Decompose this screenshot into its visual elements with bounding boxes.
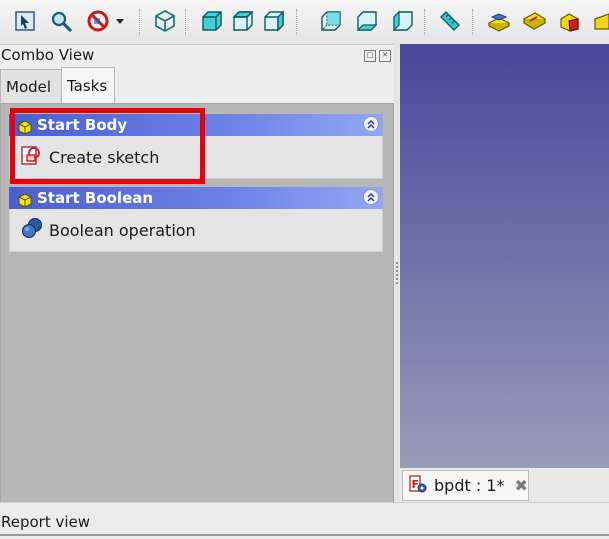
close-tab-icon[interactable]: ✖ xyxy=(514,476,527,495)
bottom-view-icon[interactable] xyxy=(353,7,381,35)
right-view-icon[interactable] xyxy=(260,7,288,35)
draw-style-icon[interactable] xyxy=(84,7,112,35)
zoom-icon[interactable] xyxy=(47,7,75,35)
toolbar-separator xyxy=(424,9,427,35)
isometric-view-icon[interactable] xyxy=(151,7,179,35)
report-view-title: Report view xyxy=(1,513,91,531)
create-sketch-button[interactable]: Create sketch xyxy=(21,142,159,172)
main-toolbar xyxy=(0,0,609,45)
close-panel-icon[interactable]: ✕ xyxy=(379,50,391,62)
create-sketch-icon xyxy=(21,144,43,170)
start-body-group: Start Body Create sketch xyxy=(9,114,383,179)
tab-tasks[interactable]: Tasks xyxy=(61,67,115,105)
freecad-document-icon: F xyxy=(409,474,427,497)
cut-off-toolbar-icon[interactable] xyxy=(592,7,609,35)
divider xyxy=(0,534,609,536)
part-icon[interactable] xyxy=(485,7,513,35)
tab-model[interactable]: Model xyxy=(0,69,62,104)
dropdown-arrow-icon[interactable] xyxy=(113,7,127,35)
group-title: Start Body xyxy=(37,116,128,134)
report-view: Report view xyxy=(0,502,609,539)
collapse-icon[interactable] xyxy=(363,116,379,132)
rear-view-icon[interactable] xyxy=(317,7,345,35)
group-body: Boolean operation xyxy=(9,209,383,252)
task-label: Create sketch xyxy=(49,147,160,167)
toolbar-separator xyxy=(139,9,142,35)
task-label: Boolean operation xyxy=(49,220,196,240)
float-panel-icon[interactable]: □ xyxy=(364,50,376,62)
left-view-icon[interactable] xyxy=(389,7,417,35)
boolean-operation-button[interactable]: Boolean operation xyxy=(21,215,196,245)
front-view-icon[interactable] xyxy=(198,7,226,35)
group-icon[interactable] xyxy=(520,7,548,35)
task-panel: Start Body Create sketch Start Boolean B… xyxy=(0,103,394,503)
toolbar-separator xyxy=(472,9,475,35)
top-view-icon[interactable] xyxy=(229,7,257,35)
group-body: Create sketch xyxy=(9,136,383,179)
combo-view-title: Combo View xyxy=(1,46,95,64)
group-header[interactable]: Start Boolean xyxy=(9,187,383,209)
document-tab-label: bpdt : 1* xyxy=(434,476,505,495)
body-icon[interactable] xyxy=(556,7,584,35)
select-filter-icon[interactable] xyxy=(11,7,39,35)
document-tab[interactable]: F bpdt : 1* ✖ xyxy=(402,470,529,501)
3d-view[interactable] xyxy=(400,44,609,468)
collapse-icon[interactable] xyxy=(363,189,379,205)
group-title: Start Boolean xyxy=(37,189,154,207)
measure-icon[interactable] xyxy=(436,7,464,35)
boolean-icon xyxy=(21,217,43,243)
group-header[interactable]: Start Body xyxy=(9,114,383,136)
toolbar-separator xyxy=(296,9,299,35)
start-boolean-group: Start Boolean Boolean operation xyxy=(9,187,383,252)
toolbar-separator xyxy=(185,9,188,35)
